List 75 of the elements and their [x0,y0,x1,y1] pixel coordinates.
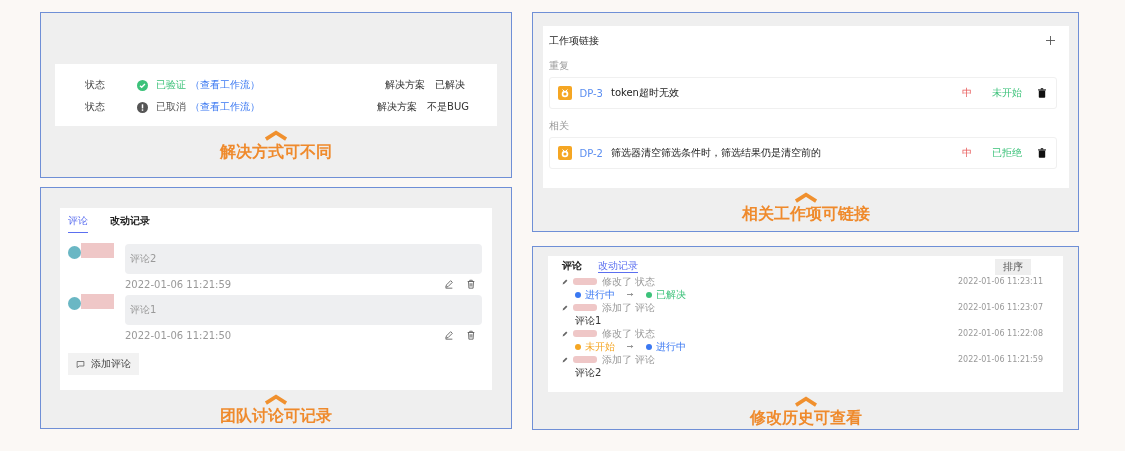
arrow-right-icon [627,292,634,297]
comment-text: 评论1 [575,313,602,328]
resolution-value: 已解决 [435,78,465,92]
comment-text: 评论2 [575,365,602,380]
chevron-up-icon [264,130,288,141]
status-text: 已验证 [156,78,186,92]
view-workflow-link[interactable]: （查看工作流） [190,78,260,92]
timestamp: 2022-01-06 11:23:07 [958,303,1043,312]
tab[interactable]: 评论 [562,259,582,273]
arrow-right-icon [627,344,634,349]
edit-icon[interactable] [444,330,454,340]
blurred-name [573,278,597,285]
action-text: 添加了 评论 [602,300,656,315]
field-label: 状态 [85,100,106,114]
tab[interactable]: 评论 [68,212,88,233]
status-text: 未开始 [585,339,615,354]
comment-text: 评论2 [130,252,157,266]
timestamp: 2022-01-06 11:23:11 [958,277,1043,286]
plus-icon[interactable] [1045,36,1055,45]
blurred-name [81,243,114,258]
group-label: 相关 [548,119,570,133]
chevron-up-icon [793,396,818,407]
tab[interactable]: 改动记录 [110,212,150,233]
section-title: 工作项链接 [548,33,599,48]
status-text: 已取消 [156,100,186,114]
delete-icon[interactable] [1037,88,1046,98]
field-label: 解决方案 [377,100,418,114]
status-text: 进行中 [585,287,615,302]
status-text: 已拒绝 [991,146,1022,160]
view-workflow-link[interactable]: （查看工作流） [190,100,260,114]
action-text: 修改了 状态 [602,326,656,341]
avatar [68,297,81,310]
delete-icon[interactable] [1037,148,1046,158]
pencil-icon [562,304,568,311]
item-title: token超时无效 [611,86,679,100]
blurred-name [573,304,597,311]
linked-item-row[interactable]: DP-2 筛选器清空筛选条件时，筛选结果仍是清空前的 中 已拒绝 [548,137,1057,169]
timestamp: 2022-01-06 11:21:59 [125,278,233,290]
blurred-name [573,330,597,337]
status-text: 进行中 [656,339,686,354]
timestamp: 2022-01-06 11:21:59 [958,355,1043,364]
pencil-icon [562,330,568,337]
resolution-value: 不是BUG [427,100,469,114]
field-label: 解决方案 [385,78,425,92]
item-title: 筛选器清空筛选条件时，筛选结果仍是清空前的 [611,146,821,160]
avatar [68,246,81,259]
blurred-name [573,356,597,363]
pencil-icon [562,356,568,363]
bug-icon [557,146,572,160]
priority-text: 中 [961,146,972,160]
action-text: 修改了 状态 [602,274,656,289]
comment-icon [76,359,85,369]
caption: 相关工作项可链接 [741,204,870,225]
comment-text: 评论1 [130,303,157,317]
caption: 团队讨论可记录 [220,406,332,427]
caption: 修改历史可查看 [749,408,862,429]
group-label: 重复 [548,59,570,73]
edit-icon[interactable] [444,279,454,289]
timestamp: 2022-01-06 11:22:08 [958,329,1043,338]
sort-button[interactable]: 排序 [995,259,1031,275]
chevron-up-icon [264,394,288,405]
timestamp: 2022-01-06 11:21:50 [125,329,233,341]
pencil-icon [562,278,568,285]
chevron-up-icon [793,192,818,203]
caption: 解决方式可不同 [220,142,332,163]
priority-text: 中 [961,86,972,100]
action-text: 添加了 评论 [602,352,656,367]
bug-icon [557,86,572,100]
status-text: 未开始 [991,86,1022,100]
add-comment-button[interactable]: 添加评论 [68,353,139,375]
blurred-name [81,294,114,309]
field-label: 状态 [85,78,106,92]
tab[interactable]: 改动记录 [598,259,638,273]
status-text: 已解决 [656,287,686,302]
linked-item-row[interactable]: DP-3 token超时无效 中 未开始 [548,77,1057,109]
